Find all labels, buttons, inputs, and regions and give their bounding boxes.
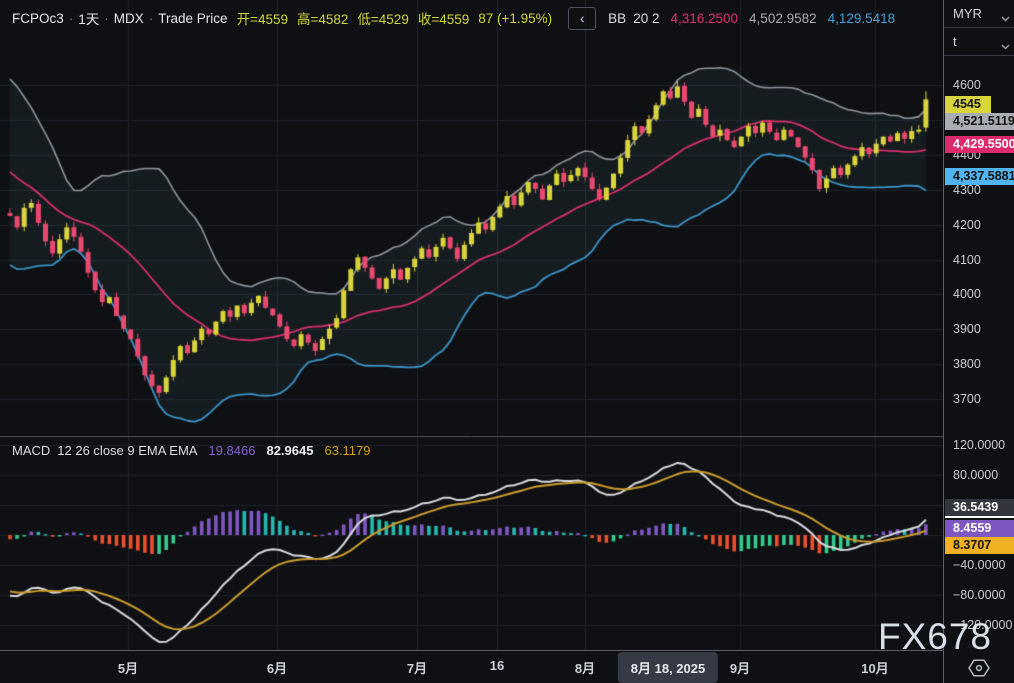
high-value: 高=4582 <box>297 8 348 28</box>
open-value: 开=4559 <box>237 8 288 28</box>
axis-settings-button[interactable] <box>966 656 992 683</box>
legend-collapse-button[interactable]: ‹ <box>568 7 596 30</box>
legend-separator: · <box>69 11 74 26</box>
time-axis[interactable]: 5月 6月 7月 16 8月 9月 10月 8月 18, 2025 <box>0 651 943 683</box>
macd-legend: MACD 12 26 close 9 EMA EMA 19.8466 82.96… <box>12 441 371 459</box>
macd-indicator-title[interactable]: MACD <box>12 443 50 458</box>
price-tick-4100: 4100 <box>953 252 981 268</box>
bb-lower-value: 4,129.5418 <box>828 11 896 26</box>
macd-tick--40: −40.0000 <box>953 557 1005 573</box>
price-tick-3900: 3900 <box>953 321 981 337</box>
macd-label-2: 8.3707 <box>945 537 1014 554</box>
price-label-1: 4,521.5119 <box>945 113 1014 130</box>
symbol-name[interactable]: FCPOc3 <box>12 11 64 26</box>
time-tick-6月: 6月 <box>267 658 287 677</box>
price-label-2: 4,429.5500 <box>945 136 1014 153</box>
price-axis[interactable]: MYR t 4600450044004300420041004000390038… <box>943 0 1014 683</box>
price-tick-3700: 3700 <box>953 391 981 407</box>
macd-tick-80: 80.0000 <box>953 467 998 483</box>
time-tick-10月: 10月 <box>861 658 888 677</box>
legend-separator: · <box>149 11 154 26</box>
macd-indicator-params: 12 26 close 9 EMA EMA <box>57 443 197 458</box>
price-tick-4600: 4600 <box>953 77 981 93</box>
unit-dropdown[interactable]: t <box>944 28 1014 56</box>
price-label-3: 4,337.5881 <box>945 168 1014 185</box>
time-tick-8月: 8月 <box>575 658 595 677</box>
unit-value: t <box>953 34 957 49</box>
change-value: 87 (+1.95%) <box>478 11 552 26</box>
macd-chart-canvas[interactable] <box>0 436 943 650</box>
currency-dropdown[interactable]: MYR <box>944 0 1014 28</box>
time-tick-16: 16 <box>490 658 504 673</box>
trading-chart-app: FCPOc3 · 1天 · MDX · Trade Price 开=4559 高… <box>0 0 1014 683</box>
price-type: Trade Price <box>158 11 227 26</box>
macd-line-value: 82.9645 <box>266 443 313 458</box>
chevron-down-icon <box>1001 10 1010 25</box>
chevron-left-icon: ‹ <box>580 10 585 26</box>
bb-upper-value: 4,502.9582 <box>749 11 817 26</box>
time-tick-7月: 7月 <box>407 658 427 677</box>
macd-tick--120: −120.0000 <box>953 617 1012 633</box>
bb-indicator-title[interactable]: BB <box>608 11 626 26</box>
gear-icon <box>966 656 992 680</box>
price-chart-canvas[interactable] <box>0 0 943 436</box>
currency-value: MYR <box>953 6 982 21</box>
bb-indicator-params: 20 2 <box>633 11 659 26</box>
low-value: 低=4529 <box>357 8 408 28</box>
time-tick-5月: 5月 <box>118 658 138 677</box>
crosshair-date-label: 8月 18, 2025 <box>618 652 718 683</box>
price-tick-4000: 4000 <box>953 286 981 302</box>
time-tick-9月: 9月 <box>730 658 750 677</box>
price-tick-3800: 3800 <box>953 356 981 372</box>
price-label-0: 4545 <box>945 96 991 113</box>
macd-signal-value: 63.1179 <box>324 443 370 458</box>
interval-value[interactable]: 1天 <box>78 8 99 28</box>
chevron-down-icon <box>1001 38 1010 53</box>
close-value: 收=4559 <box>418 8 469 28</box>
exchange-name: MDX <box>114 11 144 26</box>
symbol-legend: FCPOc3 · 1天 · MDX · Trade Price 开=4559 高… <box>12 8 895 28</box>
legend-separator: · <box>104 11 109 26</box>
price-tick-4200: 4200 <box>953 217 981 233</box>
macd-hist-value: 19.8466 <box>208 443 255 458</box>
bb-basis-value: 4,316.2500 <box>670 11 738 26</box>
macd-label-0: 36.5439 <box>945 499 1014 518</box>
macd-label-1: 8.4559 <box>945 520 1014 537</box>
macd-tick--80: −80.0000 <box>953 587 1005 603</box>
macd-tick-120: 120.0000 <box>953 437 1005 453</box>
